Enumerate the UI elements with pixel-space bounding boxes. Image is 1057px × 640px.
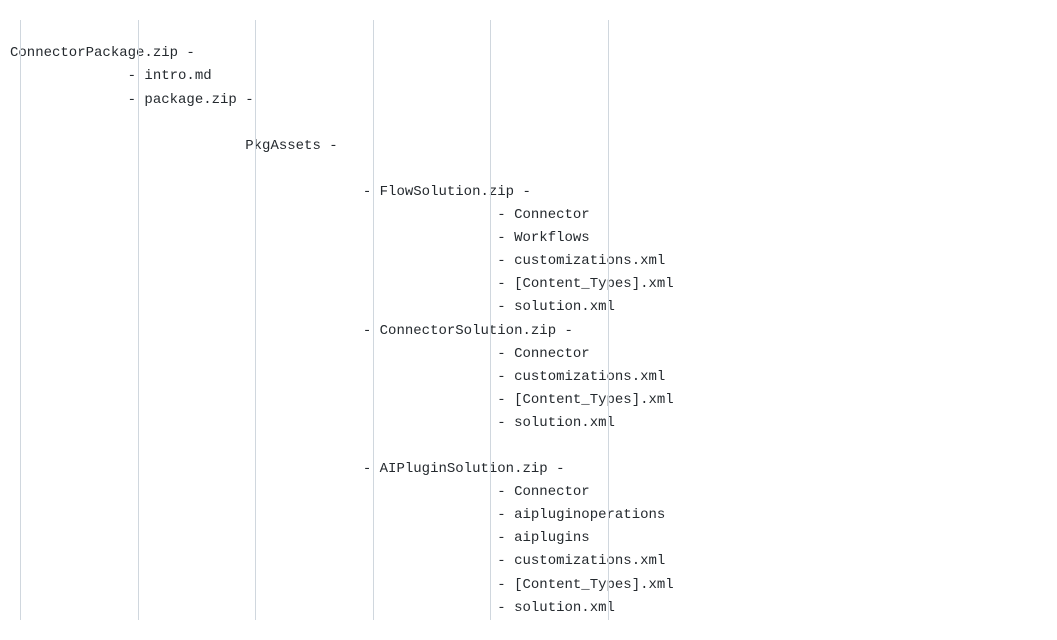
tree-line: - solution.xml [10,412,1047,435]
tree-line: PkgAssets - [10,135,1047,158]
tree-line: - customizations.xml [10,550,1047,573]
tree-line: - solution.xml [10,597,1047,620]
tree-line: - AIPluginSolution.zip - [10,458,1047,481]
tree-line: - package.zip - [10,89,1047,112]
tree-line: - aiplugins [10,527,1047,550]
tree-line: - Connector [10,343,1047,366]
tree-line: - aipluginoperations [10,504,1047,527]
tree-line [10,112,1047,135]
tree-line: - [Content_Types].xml [10,389,1047,412]
file-tree: ConnectorPackage.zip - - intro.md - pack… [10,20,1047,620]
tree-line: - solution.xml [10,296,1047,319]
tree-line: - Connector [10,204,1047,227]
tree-line: - FlowSolution.zip - [10,181,1047,204]
tree-line: - customizations.xml [10,250,1047,273]
tree-line: - [Content_Types].xml [10,273,1047,296]
tree-line [10,435,1047,458]
tree-line: - [Content_Types].xml [10,574,1047,597]
tree-line: - Connector [10,481,1047,504]
tree-line: - ConnectorSolution.zip - [10,320,1047,343]
tree-line: - Workflows [10,227,1047,250]
tree-line: - intro.md [10,65,1047,88]
tree-line: - customizations.xml [10,366,1047,389]
tree-line: ConnectorPackage.zip - [10,42,1047,65]
tree-line [10,158,1047,181]
